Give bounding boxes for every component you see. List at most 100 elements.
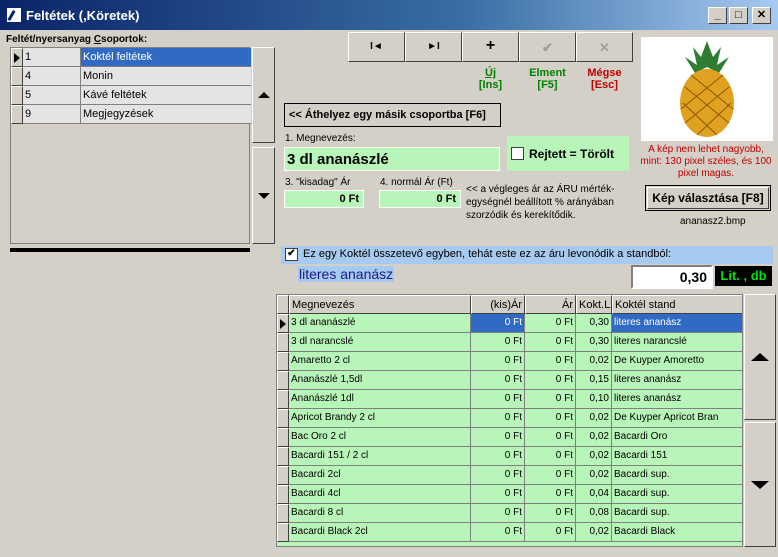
group-name: Koktél feltétek	[81, 48, 251, 67]
column-header-price[interactable]: Ár	[525, 295, 576, 314]
cell-stand: literes ananász	[612, 390, 742, 409]
row-indicator	[277, 371, 289, 390]
new-label: Új [Ins]	[478, 67, 503, 91]
current-row-arrow-icon	[280, 319, 286, 329]
title-bar[interactable]: Feltétek (,Köretek) _ □ ✕	[0, 0, 778, 30]
column-header-cocktail-l[interactable]: Kokt.L.	[576, 295, 613, 314]
cell-small-price: 0 Ft	[471, 428, 525, 447]
items-up-button[interactable]	[744, 294, 776, 420]
down-arrow-icon	[257, 192, 270, 199]
row-indicator	[277, 504, 289, 523]
cell-cocktail-l: 0,02	[576, 352, 612, 371]
group-name: Monin	[81, 67, 251, 86]
row-indicator	[277, 390, 289, 409]
table-row[interactable]: Bacardi 151 / 2 cl 0 Ft 0 Ft 0,02 Bacardi 15…	[277, 447, 742, 466]
cell-name: Bacardi 151 / 2 cl	[289, 447, 471, 466]
image-filename: ananasz2.bmp	[680, 216, 746, 227]
choose-image-button[interactable]: Kép választása [F8]	[645, 185, 771, 211]
cell-cocktail-l: 0,15	[576, 371, 612, 390]
row-indicator	[11, 86, 23, 105]
groups-divider	[10, 248, 250, 252]
row-indicator	[277, 485, 289, 504]
small-price-input[interactable]: 0 Ft	[284, 190, 364, 208]
cell-price: 0 Ft	[525, 333, 576, 352]
normal-price-label: 4. normál Ár (Ft)	[380, 177, 453, 188]
row-indicator	[11, 48, 23, 67]
cell-cocktail-l: 0,08	[576, 504, 612, 523]
hidden-checkbox[interactable]	[511, 147, 524, 160]
header-indicator	[277, 295, 289, 314]
x-icon: ✕	[599, 40, 610, 55]
table-row[interactable]: Bacardi 8 cl 0 Ft 0 Ft 0,08 Bacardi sup.	[277, 504, 742, 523]
save-button[interactable]: ✔	[519, 32, 576, 62]
cocktail-checkbox[interactable]: ✔	[285, 248, 298, 261]
table-row[interactable]: Bacardi Black 2cl 0 Ft 0 Ft 0,02 Bacardi Bla…	[277, 523, 742, 542]
first-record-button[interactable]: I◄	[348, 32, 405, 62]
cell-stand: literes ananász	[612, 371, 742, 390]
minimize-button[interactable]: _	[708, 7, 727, 24]
maximize-button[interactable]: □	[729, 7, 748, 24]
group-name: Kávé feltétek	[81, 86, 251, 105]
items-down-button[interactable]	[744, 422, 776, 547]
column-header-stand[interactable]: Koktél stand	[612, 295, 742, 314]
column-header-name[interactable]: Megnevezés	[289, 295, 471, 314]
row-indicator	[277, 428, 289, 447]
group-row[interactable]: 5 Kávé feltétek	[11, 86, 251, 105]
row-indicator	[11, 67, 23, 86]
table-header: Megnevezés (kis)Ár Ár Kokt.L. Koktél sta…	[277, 295, 742, 314]
down-arrow-icon	[751, 480, 769, 489]
group-row[interactable]: 9 Megjegyzések	[11, 105, 251, 124]
close-button[interactable]: ✕	[752, 7, 771, 24]
cell-small-price: 0 Ft	[471, 352, 525, 371]
price-note: << a végleges ár az ÁRU mérték-egységnél…	[466, 184, 615, 221]
hidden-label: Rejtett = Törölt	[529, 147, 615, 161]
cell-name: 3 dl ananászlé	[289, 314, 471, 333]
items-table[interactable]: Megnevezés (kis)Ár Ár Kokt.L. Koktél sta…	[276, 294, 743, 547]
cell-price: 0 Ft	[525, 390, 576, 409]
cocktail-checkbox-row[interactable]: ✔ Ez egy Koktél összetevő egyben, tehát …	[281, 246, 773, 264]
cell-price: 0 Ft	[525, 409, 576, 428]
table-row[interactable]: Bacardi 2cl 0 Ft 0 Ft 0,02 Bacardi sup.	[277, 466, 742, 485]
move-group-button[interactable]: << Áthelyez egy másik csoportba [F6]	[284, 103, 501, 127]
cell-small-price: 0 Ft	[471, 485, 525, 504]
cell-price: 0 Ft	[525, 485, 576, 504]
name-input[interactable]: 3 dl ananászlé	[284, 147, 500, 171]
table-row[interactable]: Amaretto 2 cl 0 Ft 0 Ft 0,02 De Kuyper Amore…	[277, 352, 742, 371]
unit-label: Lit. , db	[715, 266, 772, 286]
cell-stand: literes narancslé	[612, 333, 742, 352]
group-num: 5	[23, 86, 81, 105]
table-row[interactable]: 3 dl ananászlé 0 Ft 0 Ft 0,30 literes ananás…	[277, 314, 742, 333]
table-row[interactable]: Bacardi 4cl 0 Ft 0 Ft 0,04 Bacardi sup.	[277, 485, 742, 504]
cell-cocktail-l: 0,30	[576, 314, 612, 333]
hidden-checkbox-group[interactable]: Rejtett = Törölt	[507, 136, 629, 171]
cell-price: 0 Ft	[525, 447, 576, 466]
groups-up-button[interactable]	[252, 47, 275, 143]
new-button[interactable]: +	[462, 32, 519, 62]
last-record-button[interactable]: ►I	[405, 32, 462, 62]
group-row[interactable]: 4 Monin	[11, 67, 251, 86]
cancel-button[interactable]: ✕	[576, 32, 633, 62]
cell-cocktail-l: 0,30	[576, 333, 612, 352]
cell-stand: Bacardi 151	[612, 447, 742, 466]
table-row[interactable]: Apricot Brandy 2 cl 0 Ft 0 Ft 0,02 De Kuyper…	[277, 409, 742, 428]
cocktail-quantity-input[interactable]: 0,30	[631, 265, 713, 289]
row-indicator	[11, 105, 23, 124]
row-indicator	[277, 447, 289, 466]
last-icon: ►I	[427, 41, 440, 52]
cell-small-price: 0 Ft	[471, 447, 525, 466]
cell-stand: De Kuyper Apricot Bran	[612, 409, 742, 428]
normal-price-input[interactable]: 0 Ft	[379, 190, 461, 208]
table-row[interactable]: Ananászlé 1dl 0 Ft 0 Ft 0,10 literes ananász	[277, 390, 742, 409]
table-row[interactable]: Ananászlé 1,5dl 0 Ft 0 Ft 0,15 literes ananá…	[277, 371, 742, 390]
cell-price: 0 Ft	[525, 371, 576, 390]
column-header-small-price[interactable]: (kis)Ár	[471, 295, 525, 314]
table-row[interactable]: 3 dl narancslé 0 Ft 0 Ft 0,30 literes naranc…	[277, 333, 742, 352]
table-row[interactable]: Bac Oro 2 cl 0 Ft 0 Ft 0,02 Bacardi Oro	[277, 428, 742, 447]
cell-stand: Bacardi sup.	[612, 466, 742, 485]
first-icon: I◄	[370, 41, 383, 52]
group-row[interactable]: 1 Koktél feltétek	[11, 48, 251, 67]
groups-grid[interactable]: 1 Koktél feltétek 4 Monin 5 Kávé feltéte…	[10, 47, 251, 244]
groups-down-button[interactable]	[252, 147, 275, 244]
cell-price: 0 Ft	[525, 504, 576, 523]
row-indicator	[277, 333, 289, 352]
